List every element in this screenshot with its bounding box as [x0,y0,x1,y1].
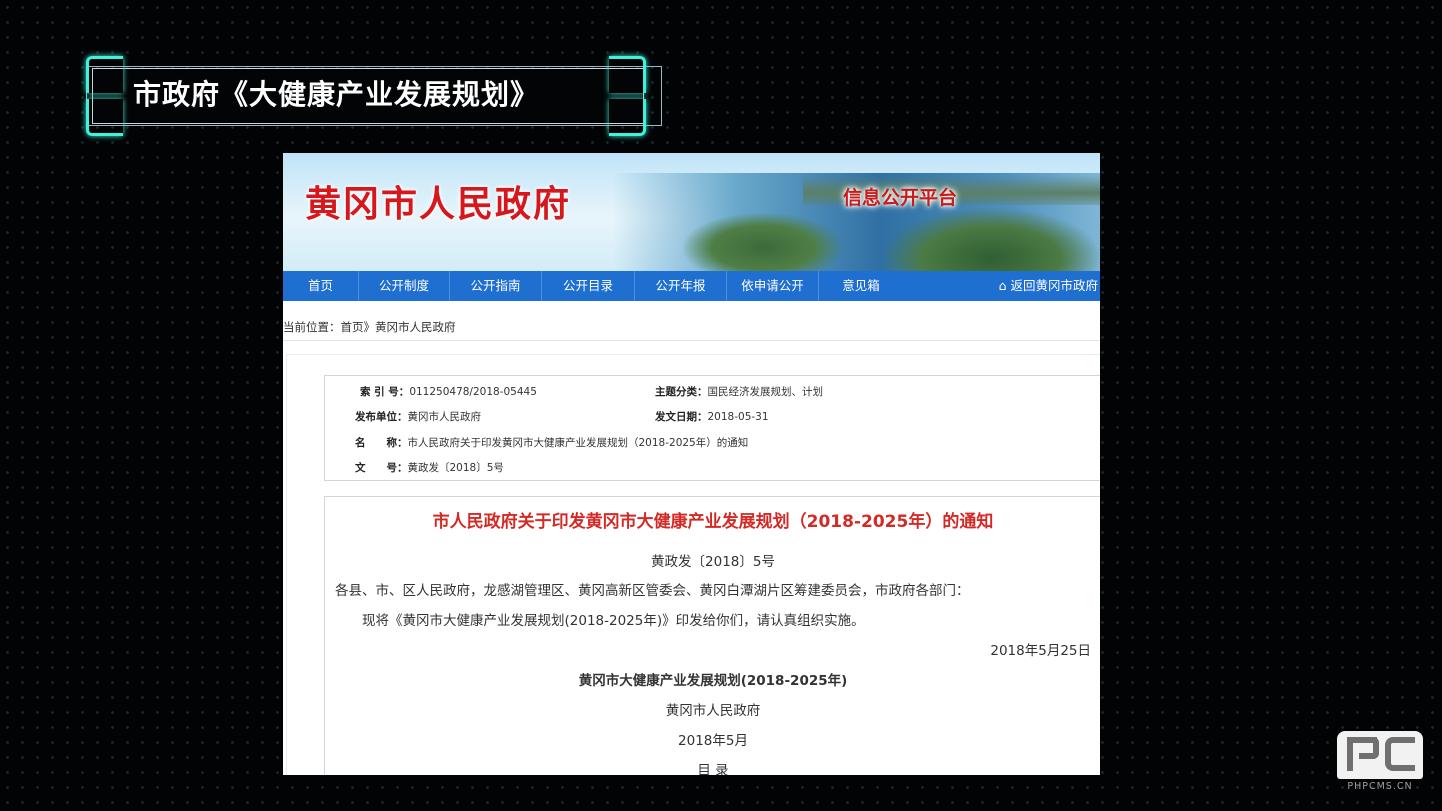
slide-title-frame: 市政府《大健康产业发展规划》 [86,56,662,136]
banner-island-right [883,208,1100,271]
plan-date: 2018年5月 [678,733,748,749]
back-to-city-site-link[interactable]: ⌂ 返回黄冈市政府 [999,271,1100,301]
nav-feedback-box[interactable]: 意见箱 [819,271,903,301]
platform-name: 信息公开平台 [843,187,958,209]
document-body: 市人民政府关于印发黄冈市大健康产业发展规划（2018-2025年）的通知 黄政发… [324,496,1100,775]
banner-island-left [683,213,843,271]
meta-name: 名 称：市人民政府关于印发黄冈市大健康产业发展规划（2018-2025年）的通知 [355,437,749,449]
logo-text: PHPCMS.CN [1347,781,1413,792]
table-of-contents-heading: 目 录 [697,763,729,775]
back-label: 返回黄冈市政府 [1010,278,1098,293]
document-number: 黄政发〔2018〕5号 [651,554,775,570]
main-nav: 首页 公开制度 公开指南 公开目录 公开年报 依申请公开 意见箱 ⌂ 返回黄冈市… [283,271,1100,301]
nav-home[interactable]: 首页 [283,271,359,301]
site-banner: 黄冈市人民政府 信息公开平台 [283,153,1100,271]
meta-doc-number: 文 号：黄政发〔2018〕5号 [355,462,504,474]
site-name: 黄冈市人民政府 [305,184,572,225]
slide-title: 市政府《大健康产业发展规划》 [132,78,539,111]
meta-category: 主题分类：国民经济发展规划、计划 [655,386,823,398]
meta-publisher: 发布单位：黄冈市人民政府 [355,411,481,423]
phpcms-logo [1337,731,1423,779]
divider [283,340,1100,341]
nav-apply-disclosure[interactable]: 依申请公开 [727,271,819,301]
plan-title: 黄冈市大健康产业发展规划(2018-2025年) [578,673,848,689]
nav-disclosure-guide[interactable]: 公开指南 [450,271,542,301]
document-addressees: 各县、市、区人民政府，龙感湖管理区、黄冈高新区管委会、黄冈白潭湖片区筹建委员会，… [335,583,970,599]
breadcrumb: 当前位置：首页》黄冈市人民政府 [283,320,456,334]
document-meta-table: 索 引 号：011250478/2018-05445 主题分类：国民经济发展规划… [324,375,1100,481]
meta-index: 索 引 号：011250478/2018-05445 [360,386,537,398]
document-title: 市人民政府关于印发黄冈市大健康产业发展规划（2018-2025年）的通知 [432,512,994,532]
meta-date: 发文日期：2018-05-31 [655,411,769,423]
plan-organization: 黄冈市人民政府 [665,703,761,719]
nav-disclosure-policy[interactable]: 公开制度 [359,271,450,301]
website-screenshot: 黄冈市人民政府 信息公开平台 首页 公开制度 公开指南 公开目录 公开年报 依申… [283,153,1100,775]
nav-disclosure-catalog[interactable]: 公开目录 [542,271,635,301]
nav-annual-report[interactable]: 公开年报 [635,271,727,301]
document-sign-date: 2018年5月25日 [990,643,1091,659]
home-icon: ⌂ [998,278,1007,293]
document-text: 现将《黄冈市大健康产业发展规划(2018-2025年)》印发给你们，请认真组织实… [362,613,865,629]
